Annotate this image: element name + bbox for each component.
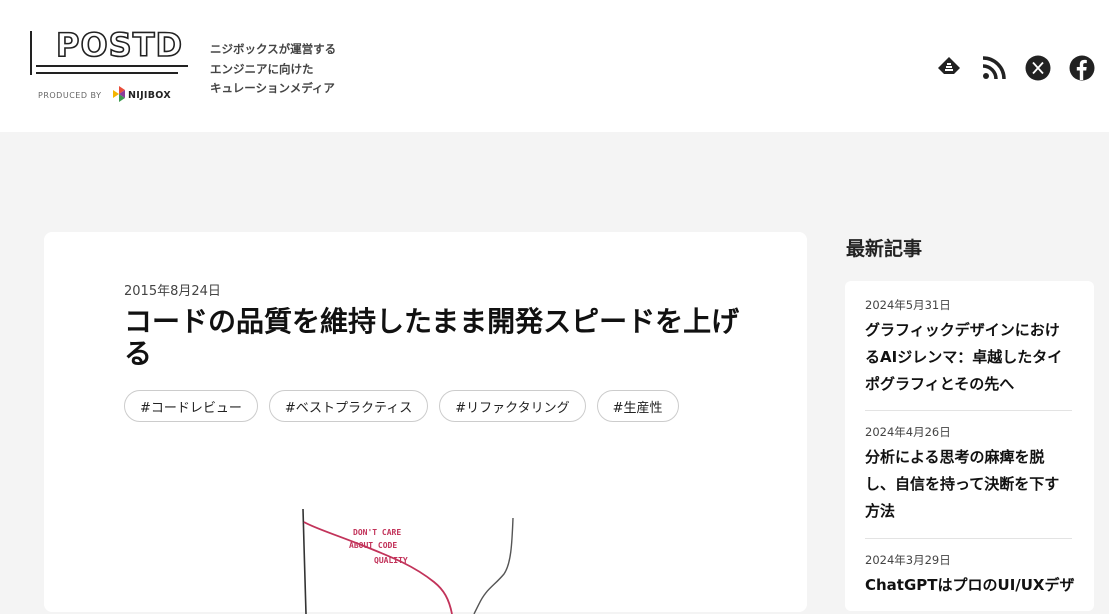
tagline-line: キュレーションメディア <box>210 81 335 95</box>
divider <box>865 538 1072 539</box>
site-header: POSTD PRODUCED BY NIJIBOX ニジボックスが運営する エン… <box>0 0 1109 132</box>
rss-icon[interactable] <box>981 55 1007 81</box>
latest-article-date: 2024年3月29日 <box>865 553 951 567</box>
article-date: 2015年8月24日 <box>124 284 221 299</box>
sidebar-heading: 最新記事 <box>846 238 923 260</box>
latest-articles-list: 2024年5月31日 グラフィックデザインにおけるAIジレンマ：卓越したタイポグ… <box>845 281 1094 611</box>
illustration-label: ABOUT CODE <box>349 541 397 550</box>
produced-by-label: PRODUCED BY <box>38 91 102 100</box>
article-title: コードの品質を維持したまま開発スピードを上げる <box>124 305 740 370</box>
tag-productivity[interactable]: #生産性 <box>596 390 679 422</box>
tag-best-practice[interactable]: #ベストプラクティス <box>268 390 429 422</box>
x-icon[interactable] <box>1025 55 1051 81</box>
latest-article-item[interactable]: 2024年3月29日 ChatGPTはプロのUI/UXデザ <box>865 552 1075 599</box>
latest-article-item[interactable]: 2024年5月31日 グラフィックデザインにおけるAIジレンマ：卓越したタイポグ… <box>865 297 1073 398</box>
site-tagline: ニジボックスが運営する エンジニアに向けた キュレーションメディア <box>210 40 336 99</box>
illustration-label: DON'T CARE <box>353 528 401 537</box>
site-logo[interactable]: POSTD PRODUCED BY NIJIBOX <box>30 25 192 106</box>
tag-refactoring[interactable]: #リファクタリング <box>439 390 586 422</box>
illustration-label: QUALITY <box>374 556 408 565</box>
nijibox-label: NIJIBOX <box>128 90 171 101</box>
facebook-icon[interactable] <box>1069 55 1095 81</box>
latest-article-item[interactable]: 2024年4月26日 分析による思考の麻痺を脱し、自信を持って決断を下す方法 <box>865 424 1073 525</box>
latest-article-title[interactable]: 分析による思考の麻痺を脱し、自信を持って決断を下す方法 <box>865 444 1073 525</box>
latest-article-date: 2024年4月26日 <box>865 425 951 439</box>
tagline-line: ニジボックスが運営する <box>210 42 337 56</box>
article-tags: #コードレビュー #ベストプラクティス #リファクタリング #生産性 <box>124 390 679 422</box>
tag-code-review[interactable]: #コードレビュー <box>124 390 258 422</box>
feedly-icon[interactable] <box>936 55 962 81</box>
logo-bar <box>30 31 32 75</box>
article-card: 2015年8月24日 コードの品質を維持したまま開発スピードを上げる #コードレ… <box>44 232 807 614</box>
nijibox-logo-icon <box>113 86 125 102</box>
latest-article-title[interactable]: グラフィックデザインにおけるAIジレンマ：卓越したタイポグラフィとその先へ <box>865 317 1073 398</box>
logo-underline <box>36 72 178 74</box>
tagline-line: エンジニアに向けた <box>210 61 314 76</box>
latest-article-date: 2024年5月31日 <box>865 298 951 312</box>
article-illustration: DON'T CARE ABOUT CODE QUALITY <box>302 508 514 614</box>
divider <box>865 410 1072 411</box>
logo-text: POSTD <box>55 25 184 65</box>
latest-article-title[interactable]: ChatGPTはプロのUI/UXデザ <box>865 572 1075 599</box>
logo-underline <box>36 65 188 67</box>
